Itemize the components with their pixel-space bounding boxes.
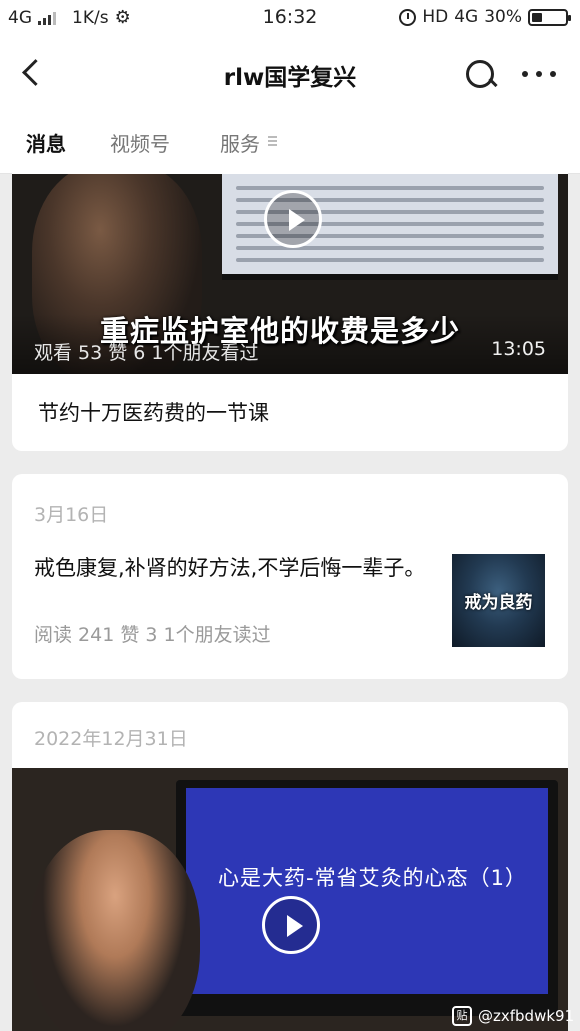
slide-image: 心是大药-常省艾灸的心态（1）: [186, 788, 548, 994]
video-thumbnail[interactable]: 重症监护室他的收费是多少 观看 53 赞 6 1个朋友看过 13:05: [12, 174, 568, 374]
article-stats: 阅读 241 赞 3 1个朋友读过: [34, 624, 271, 646]
video-thumbnail[interactable]: 心是大药-常省艾灸的心态（1）: [12, 768, 568, 1031]
post-date: 2022年12月31日: [34, 728, 188, 750]
alarm-icon: [399, 8, 417, 26]
post-date: 3月16日: [34, 504, 109, 526]
watermark: 贴 @zxfbdwk91: [452, 1004, 574, 1028]
network-type-right: 4G: [454, 7, 479, 27]
watermark-handle: @zxfbdwk91: [478, 1007, 575, 1025]
article-title[interactable]: 戒色康复,补肾的好方法,不学后悔一辈子。: [34, 552, 434, 584]
tab-messages[interactable]: 消息: [26, 128, 66, 157]
article-thumbnail[interactable]: 戒为良药: [452, 554, 545, 647]
hd-indicator: HD: [422, 7, 449, 27]
tv-image: 心是大药-常省艾灸的心态（1）: [176, 780, 558, 1016]
video-title[interactable]: 节约十万医药费的一节课: [38, 397, 269, 427]
menu-icon: [268, 136, 277, 146]
video-card[interactable]: 2022年12月31日 心是大药-常省艾灸的心态（1）: [12, 702, 568, 1031]
battery-icon: [528, 8, 571, 26]
slide-text: 心是大药-常省艾灸的心态（1）: [218, 866, 527, 890]
more-icon[interactable]: [522, 62, 556, 86]
battery-percent: 30%: [484, 7, 522, 27]
article-card[interactable]: 3月16日 戒色康复,补肾的好方法,不学后悔一辈子。 阅读 241 赞 3 1个…: [12, 474, 568, 679]
play-icon[interactable]: [262, 896, 320, 954]
nav-bar: rlw国学复兴: [0, 36, 580, 110]
search-icon[interactable]: [464, 58, 496, 90]
battery-fill: [532, 12, 542, 22]
play-icon[interactable]: [264, 190, 322, 248]
tab-services[interactable]: 服务: [220, 128, 260, 157]
video-card[interactable]: 重症监护室他的收费是多少 观看 53 赞 6 1个朋友看过 13:05 节约十万…: [12, 160, 568, 451]
status-bar: 4G 1K/s ⚙ 16:32 HD 4G 30%: [0, 0, 580, 36]
thumbnail-text: 戒为良药: [464, 593, 533, 613]
speaker-image: [30, 830, 200, 1031]
status-right: HD 4G 30%: [399, 7, 571, 27]
tab-channels[interactable]: 视频号: [110, 128, 170, 157]
video-stats: 观看 53 赞 6 1个朋友看过: [34, 342, 259, 364]
watermark-logo: 贴: [452, 1006, 472, 1026]
video-duration: 13:05: [491, 338, 546, 360]
